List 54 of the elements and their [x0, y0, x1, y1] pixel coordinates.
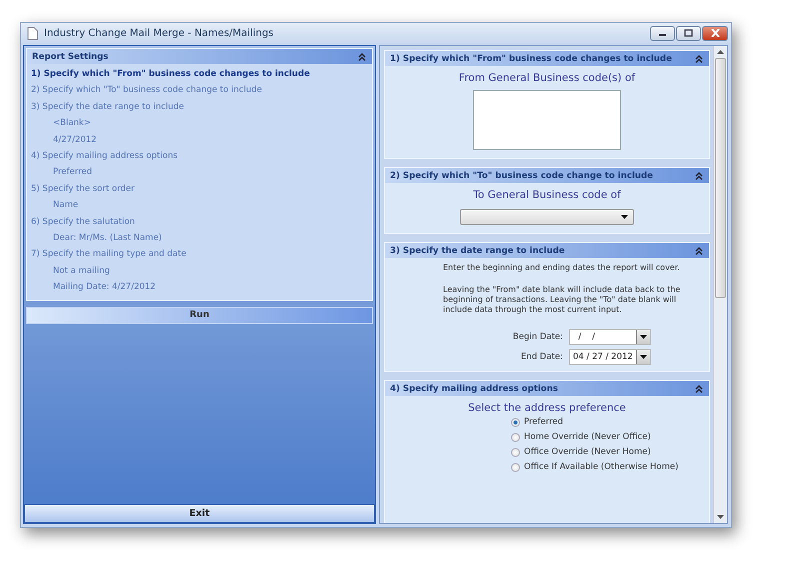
field-label: From General Business code(s) of [458, 72, 636, 84]
date-field[interactable]: 04 / 27 / 2012 [569, 349, 651, 365]
setting-value: Name [53, 199, 78, 212]
field-label: Select the address preference [468, 402, 626, 414]
field-label: To General Business code of [473, 189, 621, 201]
panel-title: Report Settings [32, 52, 108, 62]
dropdown-arrow-icon [621, 215, 628, 219]
setting-value: Mailing Date: 4/27/2012 [53, 281, 156, 294]
document-icon [27, 26, 38, 40]
section-title: 4) Specify mailing address options [390, 384, 558, 394]
collapse-icon[interactable] [695, 172, 703, 180]
radio-button[interactable] [511, 462, 520, 472]
radio-label[interactable]: Office Override (Never Home) [524, 447, 651, 457]
instruction-text: Enter the beginning and ending dates the report will cover. [443, 263, 681, 273]
radio-label[interactable]: Home Override (Never Office) [524, 432, 651, 442]
dropdown-button[interactable] [636, 330, 650, 344]
scroll-down-icon[interactable] [717, 515, 724, 519]
close-button[interactable] [702, 26, 728, 40]
exit-button[interactable]: Exit [24, 504, 375, 523]
collapse-icon[interactable] [695, 54, 703, 62]
close-icon [710, 29, 720, 37]
instruction-text: Leaving the "From" date blank will include data back to the beginning of transactions. Leaving the "To" date blank will include data through the most current input. [443, 285, 682, 315]
date-label: Begin Date: [512, 332, 563, 342]
dropdown-button[interactable] [636, 350, 650, 364]
window-title: Industry Change Mail Merge - Names/Mailings [44, 28, 275, 38]
section-title: 3) Specify the date range to include [390, 246, 565, 256]
section-title: 1) Specify which "From" business code changes to include [390, 54, 672, 64]
maximize-icon [684, 29, 693, 37]
radio-label[interactable]: Preferred [524, 417, 564, 427]
run-button[interactable]: Run [26, 306, 373, 324]
radio-button[interactable] [511, 432, 520, 442]
collapse-icon[interactable] [358, 52, 366, 60]
date-label: End Date: [520, 352, 563, 362]
setting-value: Dear: Mr/Ms. (Last Name) [53, 232, 162, 246]
radio-button[interactable] [511, 418, 520, 426]
section-title: 2) Specify which "To" business code change to include [390, 170, 653, 180]
dropdown-arrow-icon [640, 335, 647, 339]
collapse-icon[interactable] [695, 246, 703, 254]
date-field[interactable]: / / [569, 329, 651, 345]
radio-label[interactable]: Office If Available (Otherwise Home) [524, 462, 678, 472]
radio-button[interactable] [511, 448, 520, 456]
scroll-up-icon[interactable] [717, 50, 724, 54]
minimize-button[interactable] [650, 26, 675, 40]
setting-value: <Blank> [53, 117, 91, 130]
dropdown-arrow-icon [640, 355, 647, 359]
setting-value: 4/27/2012 [53, 134, 97, 147]
collapse-icon[interactable] [695, 384, 703, 392]
setting-value: Not a mailing [53, 264, 110, 278]
maximize-button[interactable] [676, 26, 701, 40]
setting-value: Preferred [53, 166, 92, 180]
step-link[interactable]: 1) Specify which "From" business code changes to include [31, 66, 310, 82]
scrollbar[interactable] [713, 46, 727, 523]
code-dropdown[interactable] [460, 209, 634, 225]
scroll-thumb[interactable] [715, 58, 726, 298]
